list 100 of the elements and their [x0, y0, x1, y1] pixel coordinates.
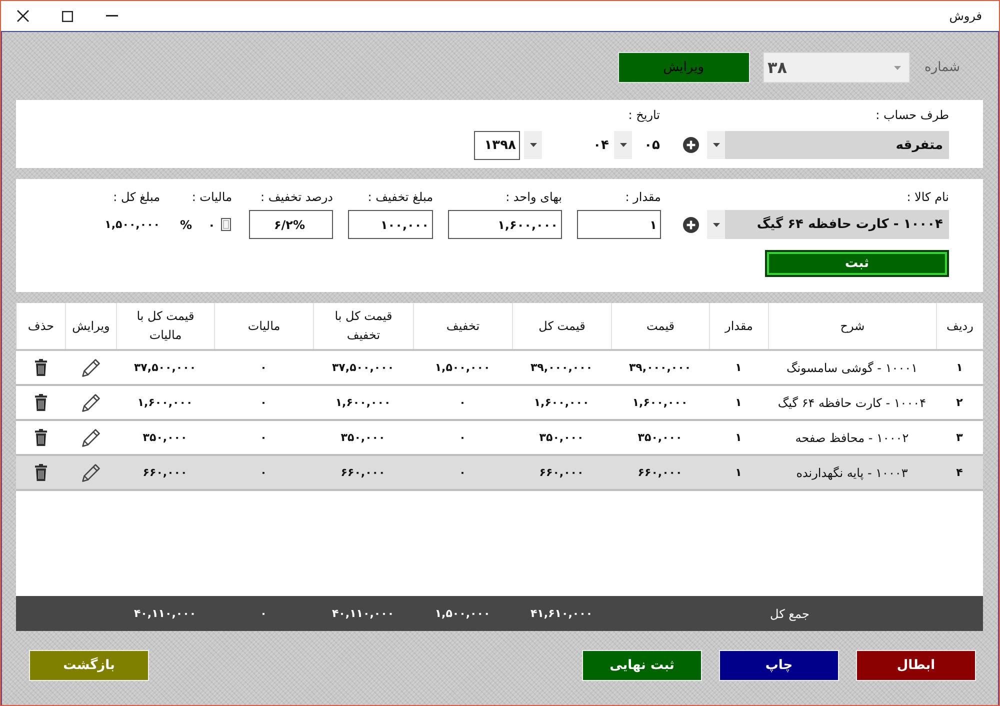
product-label: نام کالا : — [906, 189, 949, 206]
field-label: بهای واحد : — [506, 189, 562, 206]
input-field[interactable]: ۱۰۰,۰۰۰ — [348, 210, 433, 239]
plus-circle-icon[interactable] — [683, 137, 699, 153]
field-label: مبلغ کل : — [113, 189, 160, 206]
column-header: مقدار — [709, 303, 768, 349]
total-cell-text: ۴۰,۱۱۰,۰۰۰ — [132, 606, 198, 622]
action-button[interactable]: ابطال — [856, 650, 976, 681]
year-field[interactable]: ۱۳۹۸ — [474, 130, 520, 160]
number-label: شماره — [924, 60, 960, 75]
table-cell-text: ۳۷,۵۰۰,۰۰۰ — [330, 360, 396, 376]
total-cell-text: ۴۰,۱۱۰,۰۰۰ — [330, 606, 396, 622]
total-cell-text: ۰ — [259, 606, 268, 622]
submit-button[interactable]: ثبت — [765, 250, 949, 277]
totals-label: جمع کل — [769, 606, 810, 623]
table-cell-text: ۰ — [458, 395, 467, 411]
table-cell-text: ۱۰۰۰۴ - کارت حافظه ۶۴ گیگ — [776, 394, 928, 412]
table-cell-text: ۱,۵۰۰,۰۰۰ — [434, 360, 492, 376]
table-cell-text: ۰ — [259, 430, 268, 446]
table-cell-text: ۰ — [259, 360, 268, 376]
column-header: ردیف — [936, 303, 983, 349]
action-button[interactable]: چاپ — [719, 650, 839, 681]
pencil-icon[interactable] — [82, 464, 100, 482]
trash-icon[interactable] — [34, 394, 46, 411]
day-field[interactable]: ۰۵ — [632, 131, 660, 159]
column-header: قیمت — [611, 303, 709, 349]
total-cell-text: ۱,۵۰۰,۰۰۰ — [434, 606, 492, 622]
account-label: طرف حساب : — [876, 107, 949, 124]
table-cell-text: ۳۵۰,۰۰۰ — [340, 430, 386, 446]
caret-icon — [712, 222, 720, 226]
checkbox[interactable] — [221, 218, 231, 231]
dropdown-button[interactable] — [707, 131, 725, 159]
window-title: فروش — [949, 8, 982, 24]
table-cell-text: ۰ — [458, 430, 467, 446]
minimize-icon[interactable] — [106, 15, 118, 17]
input-field[interactable]: ۶/۲% — [249, 210, 333, 239]
caret-icon — [620, 143, 626, 147]
maximize-icon[interactable] — [62, 10, 73, 22]
field-label: درصد تخفیف : — [260, 189, 333, 206]
field-label: مقدار : — [625, 189, 661, 206]
back-button[interactable]: بازگشت — [29, 650, 149, 681]
month-field[interactable]: ۰۴ — [542, 131, 609, 159]
trash-icon[interactable] — [34, 359, 46, 376]
pencil-icon[interactable] — [82, 394, 100, 412]
total-amount: ۱,۵۰۰,۰۰۰ — [104, 217, 160, 233]
input-field[interactable]: ۱,۶۰۰,۰۰۰ — [448, 210, 562, 239]
column-header: قیمت کل با تخفیف — [313, 303, 413, 349]
table-cell-text: ۰ — [259, 465, 268, 481]
product-dropdown[interactable]: ۱۰۰۰۴ - کارت حافظه ۶۴ گیگ — [725, 210, 949, 239]
field-label: مبلغ تخفیف : — [368, 189, 433, 206]
dropdown-button[interactable] — [707, 210, 725, 239]
table-row[interactable]: ۴ ۱۰۰۰۳ - پایه نگهدارنده ۱ ۶۶۰,۰۰۰ ۶۶۰,۰۰۰ ۰ ۶۶۰,۰۰۰ ۰ ۶۶۰,۰۰۰ — [16, 456, 983, 491]
table-cell-text: ۱ — [734, 360, 743, 376]
table-cell-text: ۳۹,۰۰۰,۰۰۰ — [529, 360, 594, 376]
table-cell-text: ۳۹,۰۰۰,۰۰۰ — [628, 360, 692, 376]
table-cell-text: ۱ — [955, 360, 964, 376]
tax-value: ۰ — [208, 218, 216, 232]
action-button[interactable]: ثبت نهایی — [582, 650, 702, 681]
table-cell-text: ۶۶۰,۰۰۰ — [340, 465, 386, 481]
table-cell-text: ۴ — [955, 465, 964, 481]
table-cell-text: ۲ — [955, 395, 964, 411]
table-cell-text: ۱۰۰۰۲ - محافظ صفحه — [794, 430, 910, 446]
table-cell-text: ۱۰۰۰۳ - پایه نگهدارنده — [795, 464, 909, 482]
close-icon[interactable] — [17, 10, 29, 22]
table-cell-text: ۶۶۰,۰۰۰ — [538, 465, 585, 481]
table-cell-text: ۱ — [734, 430, 743, 446]
column-header: تخفیف — [413, 303, 512, 349]
date-label: تاریخ : — [628, 107, 660, 124]
table-cell-text: ۰ — [458, 465, 467, 481]
plus-circle-icon[interactable] — [683, 216, 699, 232]
caret-icon — [894, 66, 901, 70]
column-header: حذف — [16, 303, 65, 349]
pencil-icon[interactable] — [82, 358, 100, 376]
input-field[interactable]: ۱ — [577, 210, 661, 239]
caret-icon — [712, 143, 720, 147]
pencil-icon[interactable] — [82, 428, 100, 446]
column-header: مالیات — [214, 303, 313, 349]
account-dropdown[interactable]: متفرقه — [725, 131, 949, 159]
trash-icon[interactable] — [34, 464, 46, 481]
table-cell-text: ۶۶۰,۰۰۰ — [142, 465, 188, 481]
table-cell-text: ۶۶۰,۰۰۰ — [636, 465, 684, 481]
table-cell-text: ۳۵۰,۰۰۰ — [142, 430, 188, 446]
table-cell-text: ۱,۶۰۰,۰۰۰ — [532, 395, 590, 411]
column-header: قیمت کل با مالیات — [116, 303, 214, 349]
dropdown-button[interactable] — [524, 131, 542, 159]
trash-icon[interactable] — [34, 429, 46, 446]
table-cell-text: ۱,۶۰۰,۰۰۰ — [334, 395, 392, 411]
column-header: شرح — [768, 303, 936, 349]
table-cell-text: ۰ — [259, 395, 268, 411]
table-cell-text: ۱,۶۰۰,۰۰۰ — [631, 395, 689, 411]
column-header: ویرایش — [65, 303, 116, 349]
table-cell-text: ۱ — [734, 465, 743, 481]
table-cell-text: ۳۵۰,۰۰۰ — [636, 430, 684, 446]
percent-sign: % — [180, 218, 192, 232]
caret-icon — [530, 143, 536, 147]
field-label: مالیات : — [192, 189, 232, 206]
table-cell-text: ۳ — [955, 430, 964, 446]
table-cell-text: ۱ — [734, 395, 743, 411]
column-header: قیمت کل — [512, 303, 611, 349]
dropdown-button[interactable] — [614, 131, 632, 159]
